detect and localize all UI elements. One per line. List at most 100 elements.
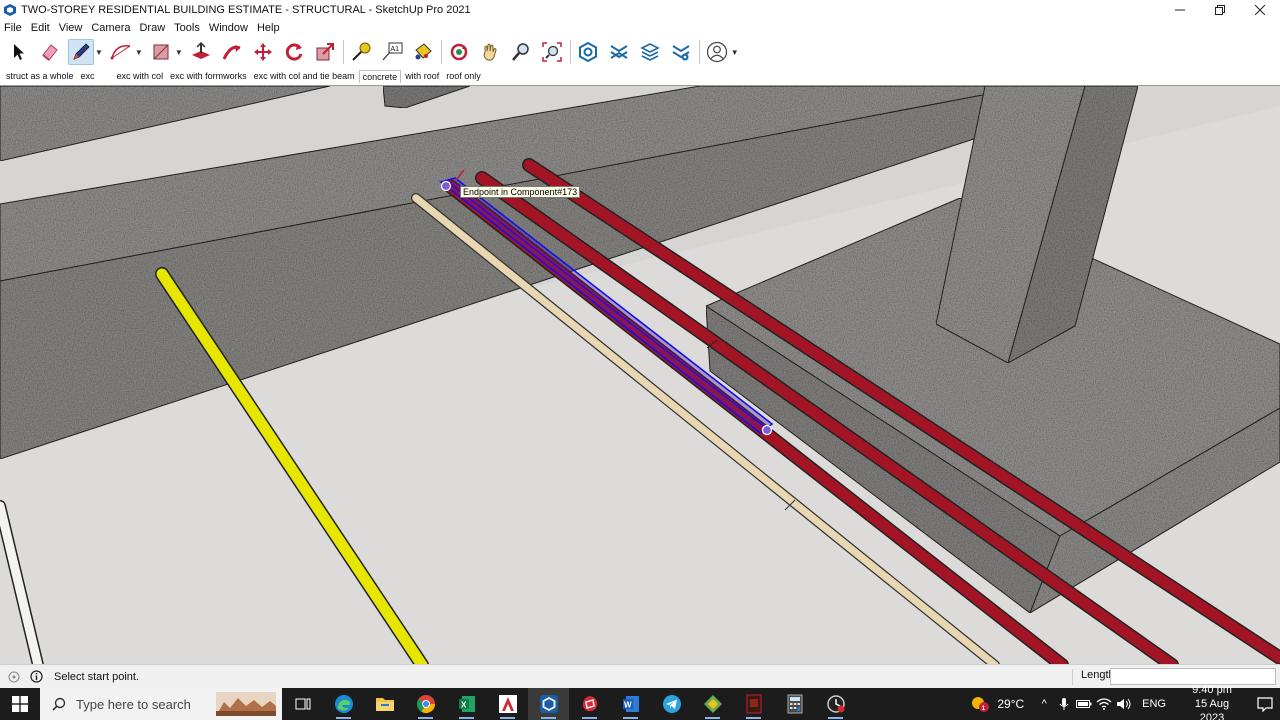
select-tool-button[interactable] — [6, 39, 32, 65]
move-tool-button[interactable] — [250, 39, 276, 65]
menu-file[interactable]: File — [4, 22, 22, 34]
weather-widget[interactable]: 1 29°C — [969, 694, 1024, 714]
taskbar-layout[interactable] — [569, 688, 610, 720]
task-view-button[interactable] — [282, 688, 323, 720]
menu-window[interactable]: Window — [209, 22, 248, 34]
windows-taskbar: Type here to search X W 1 29°C ^ ENG 9:4… — [0, 684, 1280, 720]
taskbar-word[interactable]: W — [610, 688, 651, 720]
input-language[interactable]: ENG — [1142, 698, 1166, 710]
user-account-icon — [706, 41, 727, 63]
text-tool-button[interactable]: A1 — [379, 39, 405, 65]
scale-tool-button[interactable] — [312, 39, 338, 65]
inference-tooltip: Endpoint in Component#173 — [460, 186, 581, 198]
menu-help[interactable]: Help — [257, 22, 280, 34]
endpoint-marker-start — [440, 180, 452, 192]
tape-measure-tool-button[interactable] — [348, 39, 374, 65]
menu-edit[interactable]: Edit — [31, 22, 50, 34]
scene-tab-exc[interactable]: exc — [78, 70, 98, 82]
model-viewport[interactable]: Endpoint in Component#173 — [0, 85, 1280, 664]
menu-tools[interactable]: Tools — [174, 22, 200, 34]
measurements-label: Length — [1072, 669, 1115, 685]
layout-button[interactable] — [637, 39, 663, 65]
follow-me-tool-button[interactable] — [219, 39, 245, 65]
chevron-down-icon[interactable]: ▼ — [731, 48, 739, 57]
calculator-icon — [787, 694, 802, 714]
taskbar-app-green[interactable] — [692, 688, 733, 720]
scene-tab-with-roof[interactable]: with roof — [402, 70, 442, 82]
taskbar-chrome[interactable] — [405, 688, 446, 720]
paint-bucket-tool-button[interactable] — [410, 39, 436, 65]
start-button[interactable] — [0, 688, 40, 720]
taskbar-file-explorer[interactable] — [364, 688, 405, 720]
restore-button[interactable] — [1200, 0, 1240, 20]
tape-measure-icon — [352, 42, 371, 61]
microphone-icon[interactable] — [1054, 697, 1074, 711]
minimize-button[interactable] — [1160, 0, 1200, 20]
app-green-icon — [703, 695, 722, 713]
viewport-canvas[interactable] — [0, 86, 1280, 664]
push-pull-tool-button[interactable] — [188, 39, 214, 65]
toolbar-separator — [698, 40, 700, 64]
word-icon: W — [622, 696, 639, 712]
search-placeholder: Type here to search — [76, 696, 191, 712]
arc-tool-button[interactable] — [108, 39, 134, 65]
battery-icon[interactable] — [1074, 699, 1094, 709]
scene-tab-exc-with-col-and-tie-beam[interactable]: exc with col and tie beam — [251, 70, 358, 82]
arc-icon — [110, 44, 131, 60]
user-account-button[interactable] — [704, 39, 730, 65]
chevron-down-icon[interactable]: ▼ — [175, 48, 183, 57]
taskbar-app-clock[interactable] — [815, 688, 856, 720]
pan-tool-button[interactable] — [477, 39, 503, 65]
taskbar-sketchup[interactable] — [528, 688, 569, 720]
menu-camera[interactable]: Camera — [91, 22, 130, 34]
windows-logo-icon — [12, 696, 28, 712]
geo-location-icon[interactable] — [6, 669, 22, 685]
taskbar-search-box[interactable]: Type here to search — [40, 688, 282, 720]
3d-warehouse-icon — [578, 42, 597, 62]
window-title: TWO-STOREY RESIDENTIAL BUILDING ESTIMATE… — [21, 4, 471, 16]
menu-view[interactable]: View — [59, 22, 83, 34]
scene-tab-concrete[interactable]: concrete — [358, 69, 402, 83]
taskbar-edge[interactable] — [323, 688, 364, 720]
scene-tab-exc-with-col[interactable]: exc with col — [114, 70, 167, 82]
notifications-button[interactable] — [1250, 696, 1280, 712]
zoom-extents-icon — [542, 42, 562, 62]
taskbar-calculator[interactable] — [774, 688, 815, 720]
scene-tab-exc-with-formworks[interactable]: exc with formworks — [167, 70, 250, 82]
scene-tab-roof-only[interactable]: roof only — [443, 70, 484, 82]
main-toolbar: ▼ ▼ ▼ A1 ▼ — [0, 36, 1280, 68]
volume-icon[interactable] — [1114, 698, 1134, 710]
menu-bar: File Edit View Camera Draw Tools Window … — [0, 20, 1280, 36]
chevron-up-icon[interactable]: ^ — [1034, 698, 1054, 710]
taskbar-autocad[interactable] — [487, 688, 528, 720]
extension-manager-button[interactable] — [668, 39, 694, 65]
extension-warehouse-button[interactable] — [606, 39, 632, 65]
title-bar: TWO-STOREY RESIDENTIAL BUILDING ESTIMATE… — [0, 0, 1280, 20]
rectangle-tool-button[interactable] — [148, 39, 174, 65]
info-icon[interactable] — [28, 669, 44, 685]
close-button[interactable] — [1240, 0, 1280, 20]
taskbar-excel[interactable]: X — [446, 688, 487, 720]
text-icon: A1 — [382, 42, 403, 61]
zoom-tool-button[interactable] — [508, 39, 534, 65]
chevron-down-icon[interactable]: ▼ — [135, 48, 143, 57]
taskbar-clock[interactable]: 9:40 pm 15 Aug 2023 — [1182, 683, 1242, 720]
app-clock-icon — [826, 695, 845, 713]
3d-warehouse-button[interactable] — [575, 39, 601, 65]
menu-draw[interactable]: Draw — [139, 22, 165, 34]
scene-tab-struct-as-a-whole[interactable]: struct as a whole — [3, 70, 77, 82]
eraser-icon — [42, 44, 58, 61]
chevron-down-icon[interactable]: ▼ — [95, 48, 103, 57]
zoom-extents-tool-button[interactable] — [539, 39, 565, 65]
taskbar-app-dark[interactable] — [733, 688, 774, 720]
rotate-tool-button[interactable] — [281, 39, 307, 65]
orbit-tool-button[interactable] — [446, 39, 472, 65]
push-pull-icon — [191, 42, 210, 59]
orbit-icon — [450, 43, 468, 61]
search-highlight-image — [216, 692, 276, 716]
line-tool-button[interactable] — [68, 39, 94, 65]
eraser-tool-button[interactable] — [37, 39, 63, 65]
wifi-icon[interactable] — [1094, 698, 1114, 710]
scene-tabs: struct as a whole exc exc with col exc w… — [0, 68, 1280, 84]
taskbar-telegram[interactable] — [651, 688, 692, 720]
